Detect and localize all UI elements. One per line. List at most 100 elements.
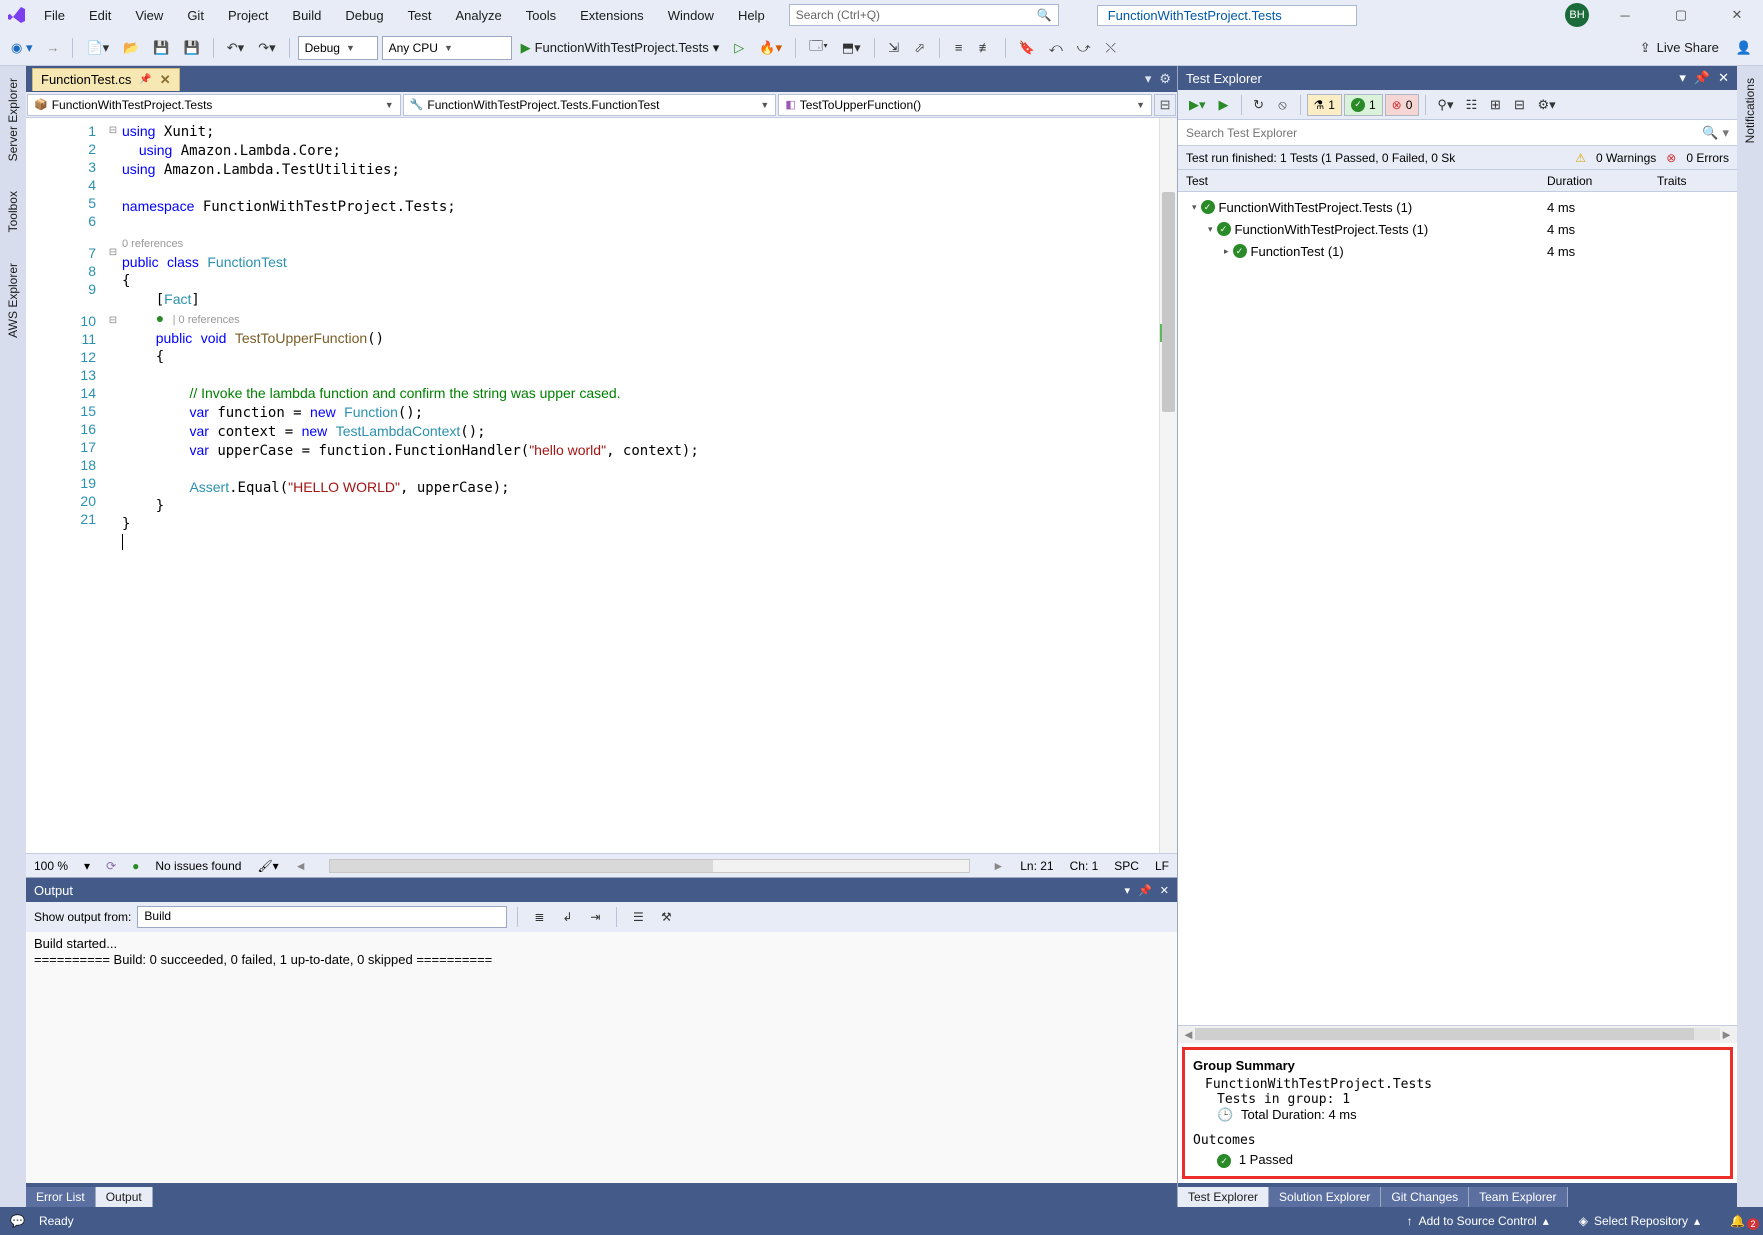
menu-build[interactable]: Build [284, 4, 329, 27]
test-tree-row[interactable]: ▸✓FunctionTest (1) 4 ms [1178, 240, 1737, 262]
tab-output[interactable]: Output [96, 1187, 153, 1207]
rail-aws-explorer[interactable]: AWS Explorer [4, 257, 22, 344]
start-nodebug-button[interactable]: ▷ [728, 35, 750, 61]
test-search[interactable]: 🔍▾ [1178, 120, 1737, 146]
zoom-level[interactable]: 100 % [34, 859, 68, 873]
menu-analyze[interactable]: Analyze [447, 4, 509, 27]
window-minimize-button[interactable]: ─ [1605, 1, 1645, 29]
nav-method-combo[interactable]: ◧TestToUpperFunction()▼ [778, 94, 1152, 116]
step-into-icon[interactable]: ⇲ [883, 35, 905, 61]
test-explorer-header[interactable]: Test Explorer ▾ 📌 ✕ [1178, 66, 1737, 90]
menu-extensions[interactable]: Extensions [572, 4, 652, 27]
chevron-right-icon[interactable]: ▸ [1224, 246, 1229, 257]
menu-project[interactable]: Project [220, 4, 276, 27]
output-source-combo[interactable]: Build [137, 906, 507, 928]
editor-vscrollbar[interactable] [1159, 118, 1177, 853]
active-files-dropdown[interactable]: ▾ [1145, 71, 1152, 87]
uncomment-icon[interactable]: ≢ [974, 35, 997, 61]
tab-git-changes[interactable]: Git Changes [1381, 1187, 1469, 1207]
menu-debug[interactable]: Debug [337, 4, 391, 27]
indent-mode[interactable]: SPC [1114, 859, 1139, 873]
notifications-button[interactable]: 🔔2 [1722, 1214, 1753, 1228]
save-button[interactable]: 💾 [148, 35, 174, 61]
test-tree[interactable]: ▾✓FunctionWithTestProject.Tests (1) 4 ms… [1178, 192, 1737, 1025]
rail-server-explorer[interactable]: Server Explorer [4, 72, 22, 167]
output-text[interactable]: Build started... ========== Build: 0 suc… [26, 932, 1177, 1183]
redo-button[interactable]: ↷▾ [253, 35, 280, 61]
test-tree-row[interactable]: ▾✓FunctionWithTestProject.Tests (1) 4 ms [1178, 218, 1737, 240]
brush-icon[interactable]: 🖌▾ [257, 859, 278, 873]
menu-git[interactable]: Git [179, 4, 212, 27]
run-button[interactable]: ▶ [1213, 92, 1235, 118]
start-debug-button[interactable]: ▶FunctionWithTestProject.Tests ▾ [516, 35, 725, 61]
stop-button[interactable]: ⦸ [1272, 92, 1294, 118]
quick-launch-search[interactable]: Search (Ctrl+Q) 🔍 [789, 4, 1059, 26]
failed-chip[interactable]: ⊗0 [1385, 94, 1420, 116]
hot-reload-button[interactable]: 🔥▾ [754, 35, 787, 61]
undo-button[interactable]: ↶▾ [222, 35, 249, 61]
close-icon[interactable]: ✕ [1718, 70, 1729, 86]
list-icon[interactable]: ☰ [627, 904, 649, 930]
clear-output-icon[interactable]: ≣ [528, 904, 550, 930]
browser-link-button[interactable]: 🗔▾ [804, 35, 833, 61]
menu-test[interactable]: Test [400, 4, 440, 27]
close-icon[interactable]: ✕ [160, 72, 171, 88]
col-duration[interactable]: Duration [1547, 174, 1657, 188]
bookmark-prev-icon[interactable]: ⤺ [1044, 35, 1068, 61]
bookmark-clear-icon[interactable]: ⤬ [1100, 35, 1122, 61]
filter-icon[interactable]: ⚲▾ [1432, 92, 1458, 118]
test-tree-hscrollbar[interactable]: ◄► [1178, 1025, 1737, 1043]
code-content[interactable]: using Xunit; using Amazon.Lambda.Core; u… [122, 118, 1159, 853]
col-traits[interactable]: Traits [1657, 174, 1737, 188]
select-repo-button[interactable]: ◈Select Repository ▴ [1571, 1214, 1708, 1228]
tab-team-explorer[interactable]: Team Explorer [1469, 1187, 1567, 1207]
feedback-icon[interactable]: 💬 [10, 1214, 25, 1228]
menu-edit[interactable]: Edit [81, 4, 119, 27]
issues-label[interactable]: No issues found [155, 859, 241, 873]
live-share-button[interactable]: ⇪Live Share [1632, 40, 1727, 56]
menu-help[interactable]: Help [730, 4, 773, 27]
split-editor-button[interactable]: ⊟ [1154, 94, 1176, 116]
pin-icon[interactable]: 📌 [1138, 884, 1152, 897]
step-over-icon[interactable]: ⬀ [909, 35, 931, 61]
indent-icon[interactable]: ⇥ [584, 904, 606, 930]
menu-file[interactable]: File [36, 4, 73, 27]
doctab-functiontest[interactable]: FunctionTest.cs 📌 ✕ [32, 68, 180, 91]
window-close-button[interactable]: ✕ [1717, 1, 1757, 29]
menu-tools[interactable]: Tools [518, 4, 564, 27]
close-icon[interactable]: ✕ [1160, 884, 1169, 897]
add-source-control-button[interactable]: ↑Add to Source Control ▴ [1399, 1214, 1557, 1228]
platform-combo[interactable]: Any CPU▼ [382, 36, 512, 60]
save-all-button[interactable]: 💾 [179, 35, 205, 61]
toggle-wrap-icon[interactable]: ↲ [556, 904, 578, 930]
rail-toolbox[interactable]: Toolbox [4, 185, 22, 238]
col-test[interactable]: Test [1178, 174, 1547, 188]
menu-view[interactable]: View [127, 4, 171, 27]
settings-icon[interactable]: ⚙▾ [1532, 92, 1560, 118]
group-icon[interactable]: ☷ [1460, 92, 1482, 118]
nav-project-combo[interactable]: 📦FunctionWithTestProject.Tests▼ [27, 94, 401, 116]
codelens-method[interactable]: | 0 references [173, 314, 240, 326]
window-pos-icon[interactable]: ▾ [1679, 70, 1686, 86]
test-search-input[interactable] [1186, 126, 1702, 140]
config-combo[interactable]: Debug▼ [298, 36, 378, 60]
tab-test-explorer[interactable]: Test Explorer [1178, 1187, 1269, 1207]
nav-fwd-button[interactable]: → [41, 35, 64, 61]
editor-hscrollbar[interactable] [329, 859, 971, 873]
expand-icon[interactable]: ⊞ [1484, 92, 1506, 118]
layout-button[interactable]: ⬒▾ [837, 35, 866, 61]
test-tree-row[interactable]: ▾✓FunctionWithTestProject.Tests (1) 4 ms [1178, 196, 1737, 218]
chevron-down-icon[interactable]: ▾ [1208, 224, 1213, 235]
collapse-icon[interactable]: ⊟ [1508, 92, 1530, 118]
new-item-button[interactable]: 📄▾ [81, 35, 114, 61]
nav-class-combo[interactable]: 🔧FunctionWithTestProject.Tests.FunctionT… [403, 94, 777, 116]
eol-mode[interactable]: LF [1155, 859, 1169, 873]
rail-notifications[interactable]: Notifications [1741, 72, 1759, 149]
pin-icon[interactable]: 📌 [139, 74, 151, 85]
code-editor[interactable]: 123456 789 101112131415161718192021 ⊟ ⊟ … [26, 118, 1177, 853]
nav-back-button[interactable]: ◉ ▾ [6, 35, 37, 61]
run-all-button[interactable]: ▶▾ [1184, 92, 1211, 118]
bookmark-next-icon[interactable]: ⤻ [1072, 35, 1096, 61]
comment-icon[interactable]: ≡ [948, 35, 970, 61]
tab-solution-explorer[interactable]: Solution Explorer [1269, 1187, 1381, 1207]
